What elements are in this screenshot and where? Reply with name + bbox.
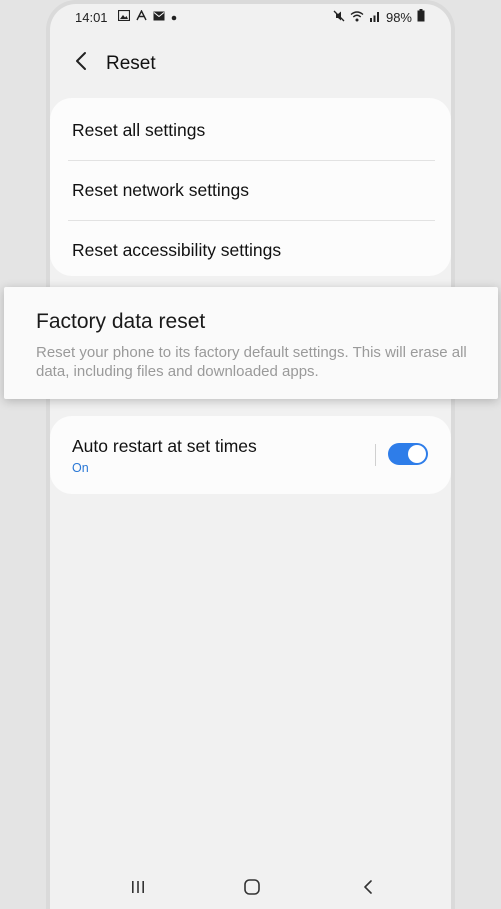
gallery-icon [117,9,131,24]
battery-icon [417,9,425,25]
recents-icon [130,880,146,899]
factory-reset-title: Factory data reset [36,310,206,333]
reset-all-settings-item[interactable]: Reset all settings [50,101,451,161]
back-button[interactable] [64,46,98,80]
app-bar: Reset [50,40,451,88]
auto-restart-card[interactable]: Auto restart at set times On [50,416,451,494]
signal-icon [369,10,381,25]
reset-accessibility-settings-item[interactable]: Reset accessibility settings [50,221,451,281]
reset-network-settings-item[interactable]: Reset network settings [50,161,451,221]
notification-icons [117,9,177,24]
nav-back-button[interactable] [348,875,388,903]
auto-restart-toggle[interactable] [388,443,428,465]
status-time: 14:01 [75,10,108,25]
status-bar: 14:01 98% [50,4,451,32]
auto-restart-status: On [72,461,89,475]
vertical-divider [375,444,376,466]
battery-percent: 98% [385,9,412,25]
wifi-icon [350,10,364,25]
list-item-label: Reset all settings [72,120,206,140]
recents-button[interactable] [118,875,158,903]
system-status-icons: 98% [333,9,425,25]
navigation-bar [50,869,451,909]
home-icon [243,878,261,901]
page-title: Reset [106,53,156,74]
home-button[interactable] [232,875,272,903]
email-icon [153,9,165,24]
list-item-label: Reset accessibility settings [72,240,282,260]
toggle-knob [408,445,426,463]
list-item-label: Reset network settings [72,180,250,200]
font-icon [136,9,147,24]
screen: 14:01 98% Reset Reset all settings Reset… [50,4,451,909]
factory-reset-description: Reset your phone to its factory default … [36,344,467,380]
mute-icon [333,10,345,25]
back-arrow-icon [74,51,88,76]
back-icon [362,879,374,900]
factory-data-reset-item[interactable]: Factory data reset Reset your phone to i… [4,287,498,399]
auto-restart-label: Auto restart at set times [72,436,257,456]
dot-icon [171,9,177,24]
reset-options-card: Reset all settings Reset network setting… [50,98,451,276]
